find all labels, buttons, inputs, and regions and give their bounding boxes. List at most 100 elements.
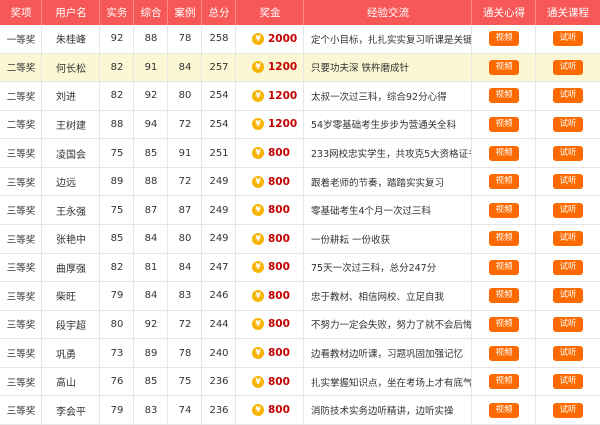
cell-tips: 视频 [472, 339, 536, 367]
column-divider [235, 339, 236, 367]
listen-button[interactable]: 试听 [553, 116, 583, 132]
column-divider [201, 53, 202, 82]
cell-experience: 跟着老师的节奏，踏踏实实复习 [311, 177, 445, 189]
column-divider [535, 310, 536, 339]
column-divider [235, 396, 236, 424]
cell-experience: 零基础考生4个月一次过三科 [311, 206, 432, 218]
cell-anli: 74 [178, 404, 192, 416]
column-divider [535, 282, 536, 310]
prize-amount: 1200 [268, 61, 298, 74]
table-row: 三等奖 巩勇 73 89 78 240 ¥800 边看教材边听课，习题巩固加强记忆 视频 试听 [0, 339, 600, 368]
cell-total: 249 [209, 176, 229, 188]
header-shiwu: 实务 [106, 7, 128, 19]
cell-prize: ¥800 [236, 282, 304, 310]
column-divider [167, 224, 168, 253]
cell-user: 柴旺 [56, 292, 76, 304]
listen-button[interactable]: 试听 [553, 374, 583, 390]
listen-button[interactable]: 试听 [553, 145, 583, 161]
prize-amount: 800 [268, 261, 290, 274]
listen-button[interactable]: 试听 [553, 288, 583, 304]
cell-user: 王树建 [56, 120, 86, 132]
listen-button[interactable]: 试听 [553, 316, 583, 332]
cell-shiwu: 85 [110, 233, 124, 245]
column-divider [303, 339, 304, 367]
cell-experience: 边看教材边听课，习题巩固加强记忆 [311, 349, 464, 361]
cell-total: 240 [209, 347, 229, 359]
column-divider [535, 82, 536, 110]
video-button[interactable]: 视频 [489, 288, 519, 304]
column-divider [471, 367, 472, 396]
column-divider [535, 253, 536, 282]
cell-course: 试听 [536, 396, 600, 424]
video-button[interactable]: 视频 [489, 88, 519, 104]
video-button[interactable]: 视频 [489, 316, 519, 332]
prize-amount: 1200 [268, 118, 298, 131]
column-divider [133, 310, 134, 339]
cell-zonghe: 85 [144, 376, 158, 388]
column-divider [535, 0, 536, 25]
column-divider [133, 110, 134, 139]
table-row: 三等奖 凌国会 75 85 91 251 ¥800 233网校忠实学生，共攻克5大资格证书 视频… [0, 139, 600, 168]
cell-anli: 75 [178, 376, 192, 388]
cell-experience: 只要功夫深 铁杵磨成针 [311, 63, 410, 75]
cell-tips: 视频 [472, 396, 536, 424]
cell-award: 三等奖 [6, 149, 36, 161]
column-divider [201, 110, 202, 139]
cell-shiwu: 92 [110, 33, 124, 45]
cell-prize: ¥2000 [236, 25, 304, 53]
video-button[interactable]: 视频 [489, 116, 519, 132]
prize-amount: 800 [268, 375, 290, 388]
listen-button[interactable]: 试听 [553, 345, 583, 361]
table-row: 三等奖 张艳中 85 84 80 249 ¥800 一份耕耘 一份收获 视频 试听 [0, 224, 600, 254]
cell-total: 254 [209, 118, 229, 130]
cell-user: 朱桂峰 [56, 35, 86, 47]
column-divider [133, 339, 134, 367]
video-button[interactable]: 视频 [489, 174, 519, 190]
listen-button[interactable]: 试听 [553, 88, 583, 104]
column-divider [167, 82, 168, 110]
column-divider [235, 53, 236, 82]
video-button[interactable]: 视频 [489, 345, 519, 361]
listen-button[interactable]: 试听 [553, 174, 583, 190]
video-button[interactable]: 视频 [489, 259, 519, 275]
column-divider [471, 110, 472, 139]
cell-anli: 84 [178, 61, 192, 73]
column-divider [201, 167, 202, 196]
cell-award: 一等奖 [6, 34, 36, 46]
video-button[interactable]: 视频 [489, 59, 519, 75]
video-button[interactable]: 视频 [489, 202, 519, 218]
table-row: 三等奖 曲厚强 82 81 84 247 ¥800 75天一次过三科，总分247分 视频 试听 [0, 253, 600, 283]
cell-shiwu: 75 [110, 204, 124, 216]
cell-course: 试听 [536, 25, 600, 53]
cell-total: 247 [209, 261, 229, 273]
column-divider [167, 139, 168, 167]
listen-button[interactable]: 试听 [553, 59, 583, 75]
cell-shiwu: 73 [110, 347, 124, 359]
video-button[interactable]: 视频 [489, 145, 519, 161]
column-divider [99, 139, 100, 167]
video-button[interactable]: 视频 [489, 31, 519, 47]
listen-button[interactable]: 试听 [553, 231, 583, 247]
listen-button[interactable]: 试听 [553, 202, 583, 218]
column-divider [167, 310, 168, 339]
listen-button[interactable]: 试听 [553, 31, 583, 47]
prize-amount: 800 [268, 404, 290, 417]
header-zonghe: 综合 [140, 7, 162, 19]
video-button[interactable]: 视频 [489, 402, 519, 418]
cell-total: 249 [209, 233, 229, 245]
column-divider [133, 0, 134, 25]
header-experience: 经验交流 [367, 7, 409, 19]
video-button[interactable]: 视频 [489, 231, 519, 247]
cell-anli: 72 [178, 118, 192, 130]
cell-award: 三等奖 [6, 377, 36, 389]
column-divider [201, 339, 202, 367]
cell-course: 试听 [536, 282, 600, 310]
table-row: 二等奖 何长松 82 91 84 257 ¥1200 只要功夫深 铁杵磨成针 视频 试听 [0, 53, 600, 83]
prize-amount: 800 [268, 289, 290, 302]
cell-total: 254 [209, 90, 229, 102]
cell-user: 曲厚强 [56, 263, 86, 275]
video-button[interactable]: 视频 [489, 374, 519, 390]
listen-button[interactable]: 试听 [553, 402, 583, 418]
listen-button[interactable]: 试听 [553, 259, 583, 275]
column-divider [167, 167, 168, 196]
